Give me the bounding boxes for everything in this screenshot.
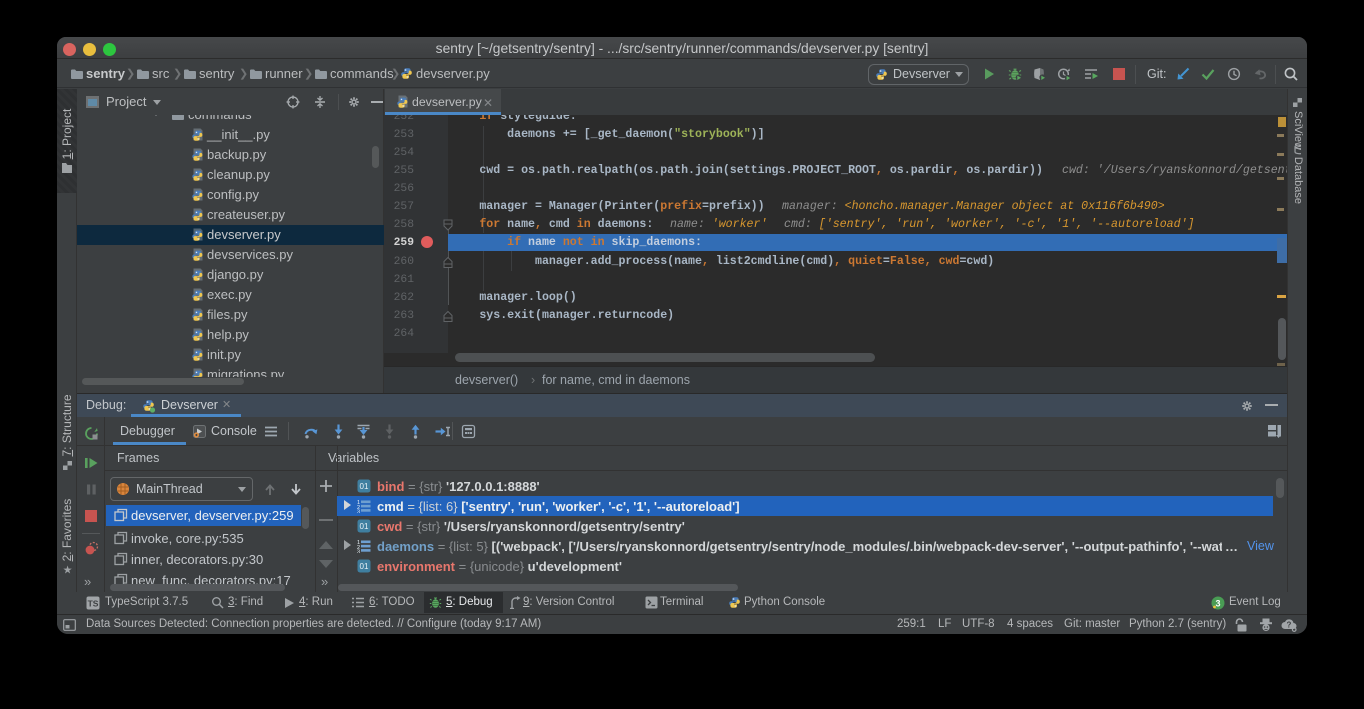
svg-text:?: ?: [1287, 621, 1292, 630]
svg-text:01: 01: [360, 482, 369, 491]
svg-text:3: 3: [357, 510, 360, 514]
svg-text:TS: TS: [88, 599, 99, 609]
svg-text:3: 3: [357, 550, 360, 554]
svg-text:3: 3: [1215, 599, 1220, 609]
svg-text:01: 01: [360, 562, 369, 571]
svg-text:01: 01: [360, 522, 369, 531]
